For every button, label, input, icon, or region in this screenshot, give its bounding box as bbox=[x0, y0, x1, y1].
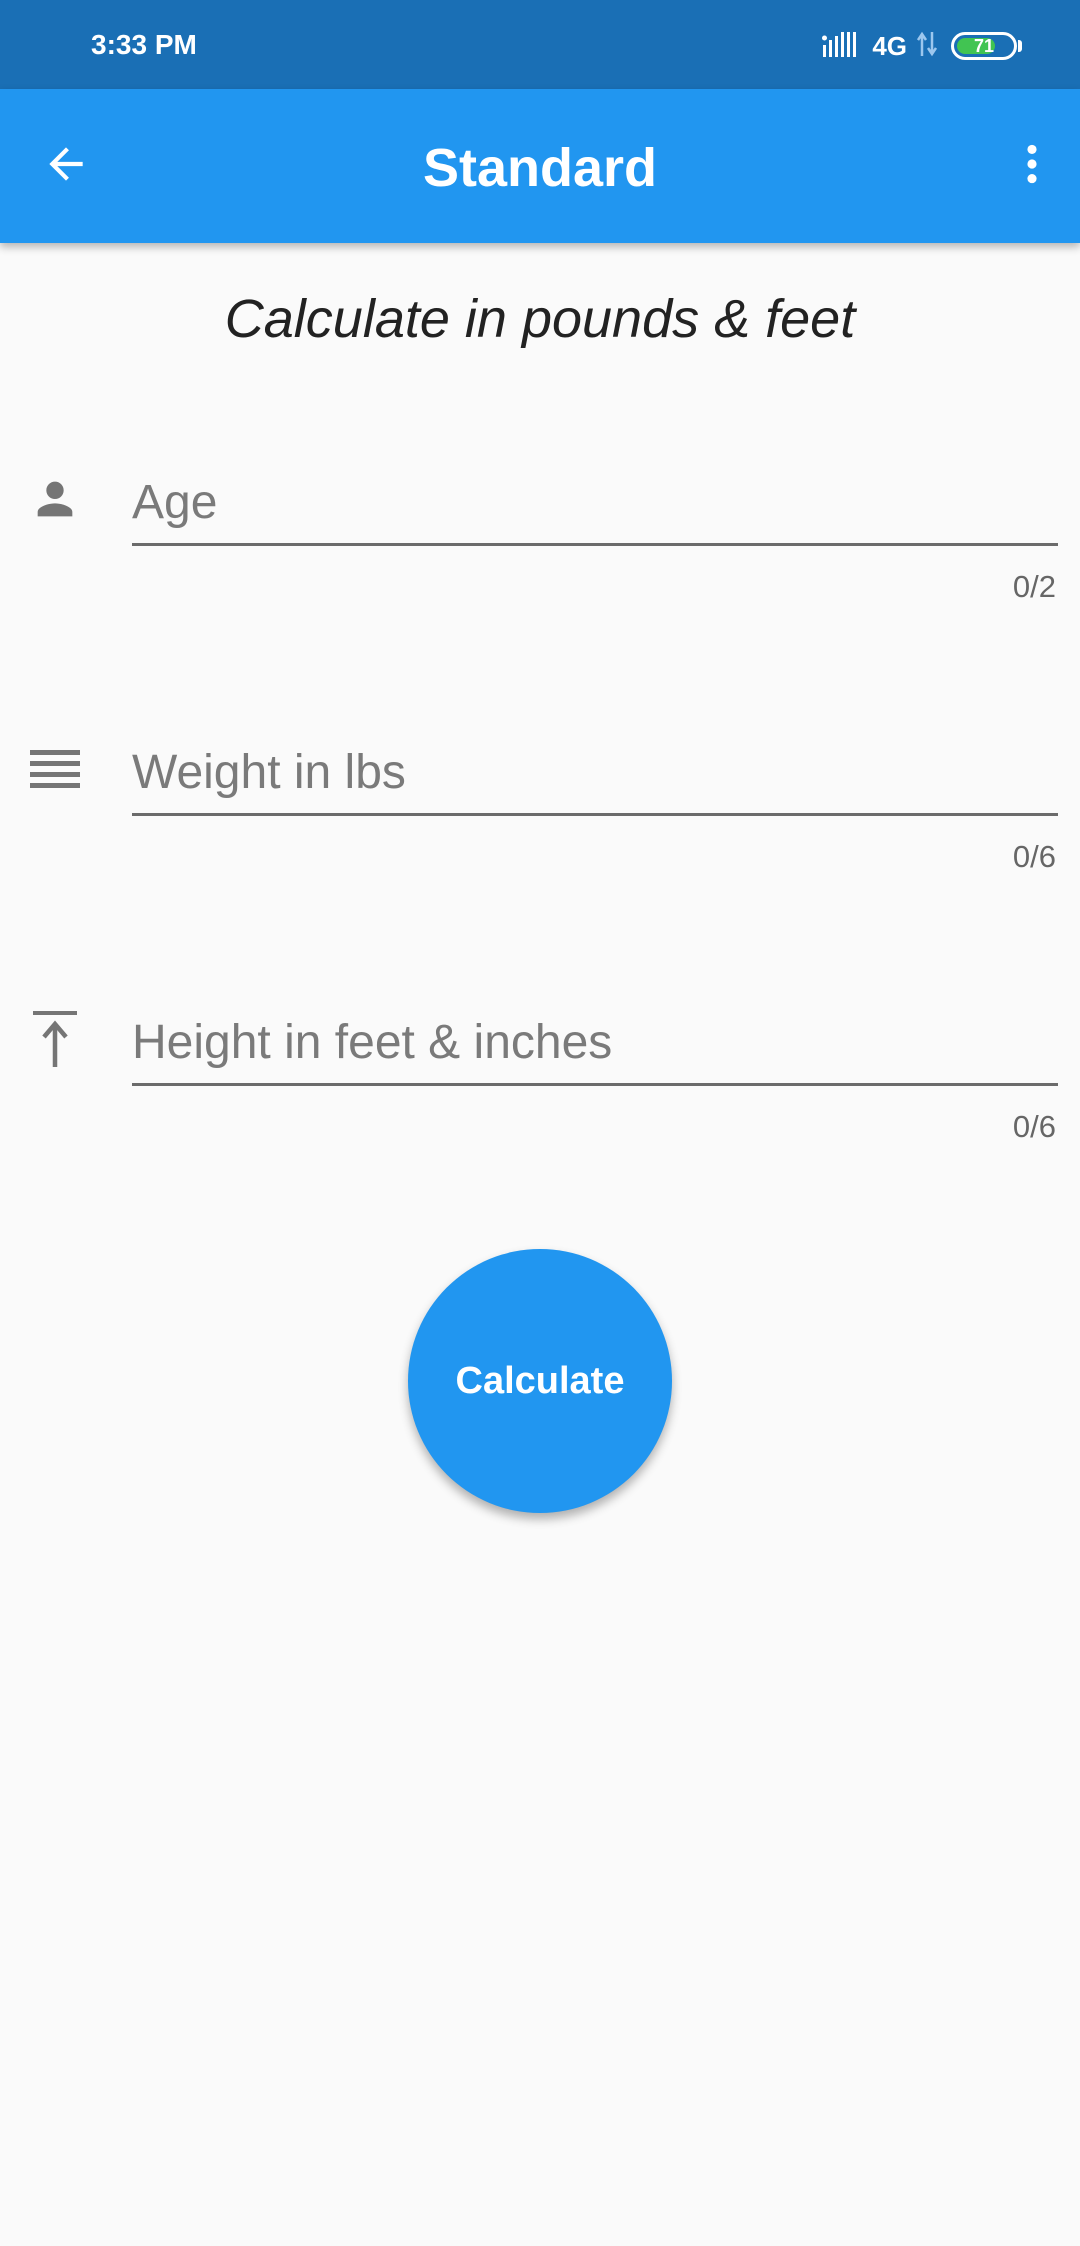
battery-icon: 71 bbox=[951, 32, 1017, 60]
weight-field: 0/6 bbox=[0, 732, 1080, 932]
weight-input[interactable] bbox=[132, 732, 1058, 812]
age-field: 0/2 bbox=[0, 462, 1080, 662]
weight-underline bbox=[132, 813, 1058, 816]
age-counter: 0/2 bbox=[1012, 569, 1056, 604]
signal-bars-icon bbox=[822, 29, 860, 64]
height-counter: 0/6 bbox=[1012, 1109, 1056, 1144]
subtitle: Calculate in pounds & feet bbox=[224, 289, 856, 349]
weight-counter: 0/6 bbox=[1012, 839, 1056, 874]
status-time: 3:33 PM bbox=[91, 29, 197, 60]
battery-cap bbox=[1018, 40, 1022, 52]
app-bar: Standard bbox=[0, 89, 1080, 243]
height-underline bbox=[132, 1083, 1058, 1086]
age-input[interactable] bbox=[132, 462, 1058, 542]
height-field: 0/6 bbox=[0, 1002, 1080, 1202]
weight-icon bbox=[26, 742, 84, 800]
age-underline bbox=[132, 543, 1058, 546]
calculate-button[interactable]: Calculate bbox=[408, 1249, 672, 1513]
height-icon bbox=[26, 1010, 84, 1068]
data-arrows-icon bbox=[916, 30, 938, 63]
height-input[interactable] bbox=[132, 1002, 1058, 1082]
overflow-menu-button[interactable] bbox=[1000, 134, 1064, 198]
more-vert-icon bbox=[1007, 139, 1057, 194]
person-icon bbox=[26, 470, 84, 528]
page-title: Standard bbox=[422, 138, 658, 198]
status-indicators: 4G 71 bbox=[822, 28, 1022, 64]
status-bar: 3:33 PM 4G 71 bbox=[0, 0, 1080, 89]
network-type: 4G bbox=[872, 30, 907, 61]
battery-level: 71 bbox=[973, 36, 995, 56]
